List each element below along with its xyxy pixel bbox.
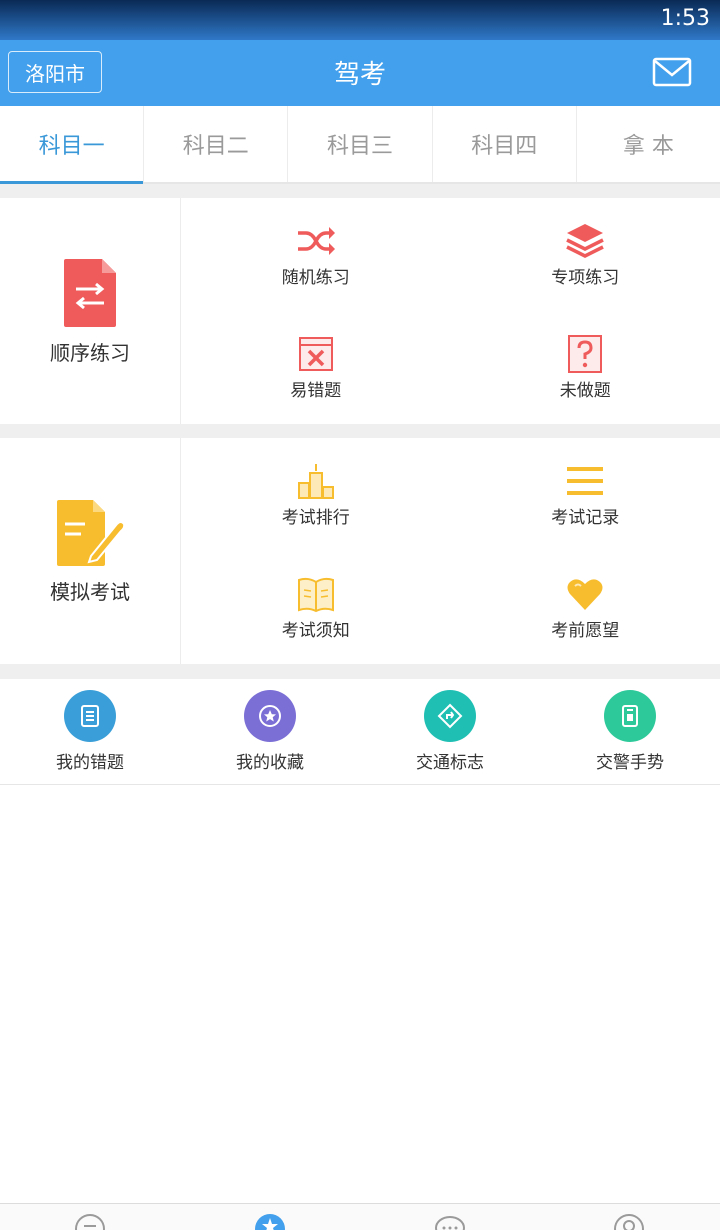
tab-subject-3[interactable]: 科目三: [288, 106, 433, 182]
my-wrong-questions-button[interactable]: 我的错题: [0, 679, 180, 784]
error-prone-label: 易错题: [290, 381, 342, 401]
exam-ranking-button[interactable]: 考试排行: [181, 438, 451, 551]
error-prone-button[interactable]: 易错题: [181, 311, 451, 424]
topic-practice-label: 专项练习: [551, 268, 620, 288]
bottom-nav: [0, 1203, 720, 1230]
divider: [0, 664, 720, 679]
chat-doc-icon[interactable]: [73, 1212, 107, 1230]
exam-ranking-label: 考试排行: [281, 508, 350, 528]
undone-button[interactable]: 未做题: [451, 311, 720, 424]
exam-wish-button[interactable]: 考前愿望: [451, 551, 720, 664]
app-bar: 洛阳市 驾考: [0, 40, 720, 106]
random-practice-label: 随机练习: [281, 268, 350, 288]
topic-practice-button[interactable]: 专项练习: [451, 198, 720, 311]
tab-subject-4[interactable]: 科目四: [433, 106, 577, 182]
mail-icon[interactable]: [652, 56, 692, 88]
exam-notice-button[interactable]: 考试须知: [181, 551, 451, 664]
police-icon: [604, 690, 656, 742]
traffic-signs-label: 交通标志: [416, 753, 484, 773]
traffic-signs-button[interactable]: 交通标志: [360, 679, 540, 784]
my-favorites-label: 我的收藏: [236, 753, 304, 773]
sign-icon: [424, 690, 476, 742]
home-star-icon[interactable]: [253, 1212, 287, 1230]
heart-icon: [567, 579, 603, 610]
mock-exam-button[interactable]: 模拟考试: [0, 438, 181, 664]
my-favorites-button[interactable]: 我的收藏: [180, 679, 360, 784]
user-icon[interactable]: [612, 1212, 646, 1230]
tab-get-license[interactable]: 拿 本: [577, 106, 720, 182]
shortcut-row: 我的错题 我的收藏 交通标志 交警手势: [0, 679, 720, 785]
status-time: 1:53: [660, 6, 710, 31]
police-gestures-label: 交警手势: [596, 753, 664, 773]
page-title: 驾考: [333, 60, 386, 90]
exam-record-button[interactable]: 考试记录: [451, 438, 720, 551]
exam-record-label: 考试记录: [551, 508, 620, 528]
exam-wish-label: 考前愿望: [551, 621, 620, 641]
sequence-practice-button[interactable]: 顺序练习: [0, 198, 181, 424]
shuffle-icon: [297, 227, 335, 255]
divider: [0, 184, 720, 198]
sequence-doc-icon: [64, 258, 116, 327]
notebook-icon: [64, 690, 116, 742]
divider: [0, 424, 720, 438]
mock-exam-label: 模拟考试: [50, 579, 130, 604]
random-practice-button[interactable]: 随机练习: [181, 198, 451, 311]
practice-section: 顺序练习 随机练习 专项练习 易错题 未做题: [0, 198, 720, 424]
police-gestures-button[interactable]: 交警手势: [540, 679, 720, 784]
layers-icon: [566, 224, 605, 258]
messages-icon[interactable]: [433, 1212, 467, 1230]
exam-notice-label: 考试须知: [281, 621, 350, 641]
book-icon: [297, 577, 334, 613]
subject-tabs: 科目一 科目二 科目三 科目四 拿 本: [0, 106, 720, 184]
undone-label: 未做题: [559, 381, 611, 401]
exam-doc-icon: [57, 499, 125, 566]
tab-subject-1[interactable]: 科目一: [0, 106, 145, 184]
status-bar: 1:53: [0, 0, 720, 40]
question-icon: [568, 335, 603, 373]
exam-section: 模拟考试 考试排行 考试记录 考试须知 考前愿望: [0, 438, 720, 664]
podium-icon: [297, 464, 334, 499]
list-icon: [567, 467, 604, 495]
star-icon: [244, 690, 296, 742]
tab-subject-2[interactable]: 科目二: [144, 106, 289, 182]
sequence-practice-label: 顺序练习: [50, 340, 130, 365]
wrong-icon: [298, 337, 333, 371]
my-wrong-questions-label: 我的错题: [56, 753, 124, 773]
